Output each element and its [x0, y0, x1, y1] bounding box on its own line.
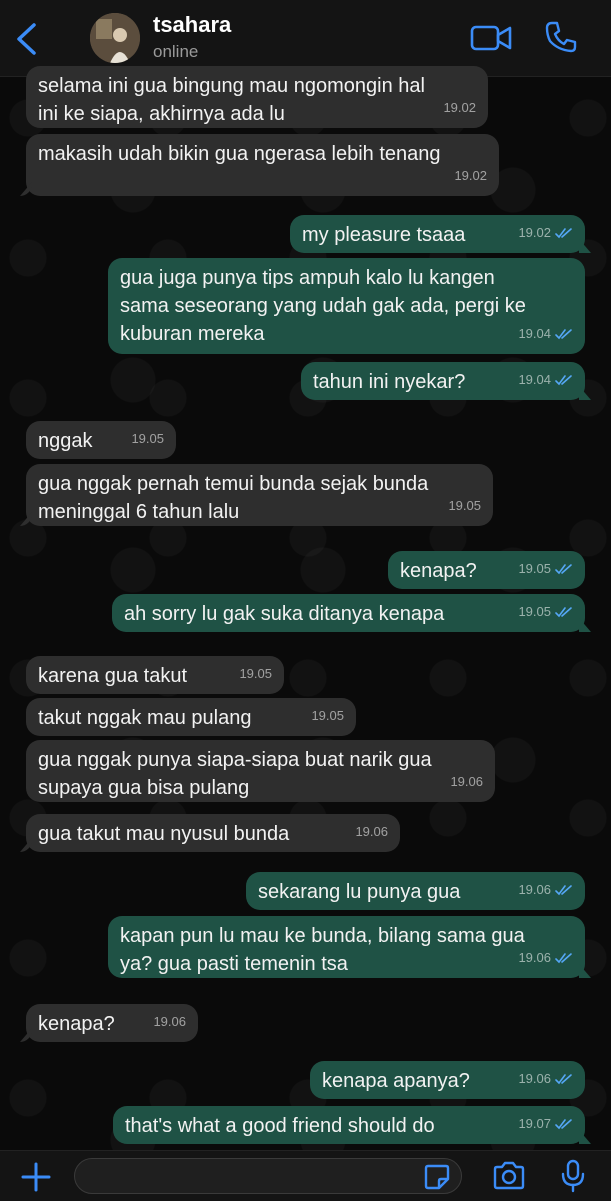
message-time: 19.05: [239, 666, 272, 681]
message-time: 19.05: [448, 498, 481, 513]
phone-call-icon[interactable]: [544, 20, 578, 54]
read-receipt-icon: [555, 607, 572, 618]
message-meta: 19.06: [518, 1065, 573, 1093]
message-meta: 19.05: [311, 702, 344, 730]
message-text: ah sorry lu gak suka ditanya kenapa: [124, 603, 445, 625]
message-time: 19.04: [518, 326, 551, 341]
message-meta: 19.05: [448, 492, 481, 520]
message-text: gua juga punya tips ampuh kalo lu kangen…: [120, 267, 526, 345]
incoming-message[interactable]: gua takut mau nyusul bunda 19.06: [26, 814, 400, 852]
message-time: 19.06: [518, 950, 551, 965]
outgoing-message[interactable]: gua juga punya tips ampuh kalo lu kangen…: [108, 258, 585, 354]
message-text: that's what a good friend should do: [125, 1115, 435, 1137]
message-text: gua nggak pernah temui bunda sejak bunda…: [38, 473, 429, 523]
outgoing-message[interactable]: kenapa apanya? 19.06: [310, 1061, 585, 1099]
message-meta: 19.06: [450, 768, 483, 796]
outgoing-message[interactable]: sekarang lu punya gua 19.06: [246, 872, 585, 910]
incoming-message[interactable]: karena gua takut 19.05: [26, 656, 284, 694]
read-receipt-icon: [555, 953, 572, 964]
message-meta: 19.06: [518, 876, 573, 904]
message-meta: 19.02: [454, 162, 487, 190]
outgoing-message[interactable]: ah sorry lu gak suka ditanya kenapa 19.05: [112, 594, 585, 632]
message-meta: 19.04: [518, 320, 573, 348]
message-meta: 19.02: [518, 219, 573, 247]
read-receipt-icon: [555, 564, 572, 575]
message-time: 19.07: [518, 1116, 551, 1131]
message-meta: 19.06: [355, 818, 388, 846]
message-meta: 19.07: [518, 1110, 573, 1138]
outgoing-message[interactable]: kapan pun lu mau ke bunda, bilang sama g…: [108, 916, 585, 978]
read-receipt-icon: [555, 885, 572, 896]
read-receipt-icon: [555, 1074, 572, 1085]
video-call-icon[interactable]: [470, 23, 512, 53]
message-time: 19.02: [454, 168, 487, 183]
message-text: gua nggak punya siapa-siapa buat narik g…: [38, 749, 432, 799]
message-meta: 19.02: [443, 94, 476, 122]
avatar-photo: [90, 13, 140, 63]
composer-bar: [0, 1150, 611, 1201]
message-meta: 19.05: [131, 425, 164, 453]
message-meta: 19.05: [518, 598, 573, 626]
message-meta: 19.05: [518, 555, 573, 583]
message-time: 19.05: [131, 431, 164, 446]
message-time: 19.06: [450, 774, 483, 789]
message-meta: 19.05: [239, 660, 272, 688]
message-input[interactable]: [74, 1158, 462, 1194]
read-receipt-icon: [555, 228, 572, 239]
outgoing-message[interactable]: kenapa? 19.05: [388, 551, 585, 589]
message-meta: 19.06: [518, 944, 573, 972]
incoming-message[interactable]: makasih udah bikin gua ngerasa lebih ten…: [26, 134, 499, 196]
incoming-message[interactable]: selama ini gua bingung mau ngomongin hal…: [26, 66, 488, 128]
sticker-icon[interactable]: [424, 1164, 450, 1190]
message-time: 19.05: [518, 561, 551, 576]
message-time: 19.02: [443, 100, 476, 115]
contact-status: online: [153, 42, 199, 61]
message-time: 19.05: [518, 604, 551, 619]
message-meta: 19.06: [153, 1008, 186, 1036]
outgoing-message[interactable]: that's what a good friend should do 19.07: [113, 1106, 585, 1144]
message-text: gua takut mau nyusul bunda: [38, 823, 290, 845]
read-receipt-icon: [555, 1119, 572, 1130]
message-time: 19.02: [518, 225, 551, 240]
message-time: 19.04: [518, 372, 551, 387]
message-text: selama ini gua bingung mau ngomongin hal…: [38, 75, 425, 125]
incoming-message[interactable]: takut nggak mau pulang 19.05: [26, 698, 356, 736]
read-receipt-icon: [555, 375, 572, 386]
incoming-message[interactable]: gua nggak pernah temui bunda sejak bunda…: [26, 464, 493, 526]
incoming-message[interactable]: gua nggak punya siapa-siapa buat narik g…: [26, 740, 495, 802]
message-text: takut nggak mau pulang: [38, 707, 252, 729]
message-text: karena gua takut: [38, 665, 187, 687]
read-receipt-icon: [555, 329, 572, 340]
avatar[interactable]: [90, 13, 140, 63]
outgoing-message[interactable]: my pleasure tsaaa 19.02: [290, 215, 585, 253]
plus-icon[interactable]: [20, 1161, 52, 1193]
message-time: 19.06: [518, 882, 551, 897]
incoming-message[interactable]: nggak 19.05: [26, 421, 176, 459]
message-meta: 19.04: [518, 366, 573, 394]
camera-icon[interactable]: [492, 1161, 526, 1191]
message-time: 19.06: [355, 824, 388, 839]
message-time: 19.06: [518, 1071, 551, 1086]
back-chevron-icon[interactable]: [14, 22, 40, 56]
message-time: 19.06: [153, 1014, 186, 1029]
outgoing-message[interactable]: tahun ini nyekar? 19.04: [301, 362, 585, 400]
message-text: makasih udah bikin gua ngerasa lebih ten…: [38, 143, 441, 165]
contact-name[interactable]: tsahara: [153, 12, 231, 38]
microphone-icon[interactable]: [560, 1159, 586, 1193]
message-text: kapan pun lu mau ke bunda, bilang sama g…: [120, 925, 525, 975]
message-time: 19.05: [311, 708, 344, 723]
incoming-message[interactable]: kenapa? 19.06: [26, 1004, 198, 1042]
